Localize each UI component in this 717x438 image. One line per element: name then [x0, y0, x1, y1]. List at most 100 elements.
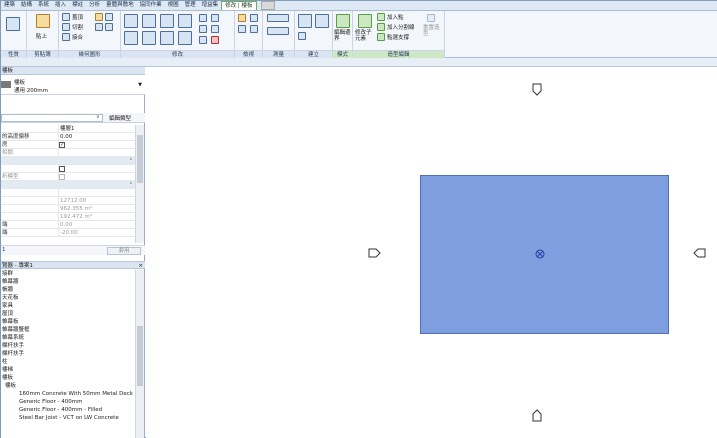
tree-node[interactable]: 接群: [1, 270, 135, 278]
property-row[interactable]: 192.472 m³: [1, 213, 135, 221]
modify-subelements-icon[interactable]: [358, 14, 372, 28]
tab-view[interactable]: 視圖: [165, 1, 182, 10]
property-value[interactable]: 樓層1: [58, 125, 135, 133]
scrollbar-thumb[interactable]: [137, 326, 143, 386]
property-row[interactable]: 的高度偏移 0.00: [1, 133, 135, 141]
add-split-line-icon[interactable]: [377, 23, 385, 31]
dimension-icon[interactable]: [267, 27, 289, 35]
tree-node[interactable]: 欄杆扶手: [1, 342, 135, 350]
drawing-canvas[interactable]: [146, 67, 717, 438]
add-split-line-label[interactable]: 加入分割線: [387, 23, 415, 31]
dropdown-arrow-icon[interactable]: ▼: [138, 82, 142, 88]
tree-node[interactable]: 家具: [1, 302, 135, 310]
tab-addins[interactable]: 增益集: [199, 1, 222, 10]
wall-joins-icon[interactable]: [95, 23, 103, 31]
property-row[interactable]: 相關: [1, 149, 135, 157]
edit-type-button[interactable]: 編輯類型: [109, 114, 131, 122]
align-icon[interactable]: [124, 14, 138, 28]
add-point-label[interactable]: 加入點: [387, 13, 404, 21]
room-bounding-checkbox[interactable]: ✓: [59, 142, 65, 148]
tree-node-expanded[interactable]: 樓板: [1, 382, 135, 390]
structural-checkbox[interactable]: [59, 166, 65, 172]
floor-slab[interactable]: [420, 175, 669, 334]
property-value[interactable]: [58, 189, 135, 197]
join-icon[interactable]: [62, 33, 70, 41]
property-row[interactable]: 12712.00: [1, 197, 135, 205]
split-face-icon[interactable]: [105, 13, 113, 21]
tree-leaf[interactable]: Generic Floor - 400mm: [1, 398, 135, 406]
tree-node[interactable]: 天花板: [1, 294, 135, 302]
edit-boundary-label[interactable]: 編輯邊界: [334, 30, 352, 42]
pick-supports-icon[interactable]: [377, 33, 385, 41]
tab-collaborate[interactable]: 協同作業: [137, 1, 165, 10]
apply-button[interactable]: 套用: [107, 247, 141, 255]
cut-label[interactable]: 切割: [72, 23, 83, 31]
property-value[interactable]: 0.00: [58, 133, 135, 141]
unpin-icon[interactable]: [199, 36, 207, 44]
tree-node[interactable]: 帷幕牆豎框: [1, 326, 135, 334]
tab-structure[interactable]: 結構: [18, 1, 35, 10]
tab-manage[interactable]: 管理: [182, 1, 199, 10]
tab-modify-floors[interactable]: 修改 | 樓板: [221, 1, 257, 10]
tree-leaf[interactable]: 160mm Concrete With 50mm Metal Deck: [1, 390, 135, 398]
cope-icon[interactable]: [62, 13, 70, 21]
pick-supports-label[interactable]: 點選支撐: [387, 33, 409, 41]
tab-analyze[interactable]: 分析: [86, 1, 103, 10]
edit-boundary-icon[interactable]: [336, 14, 350, 28]
tree-leaf[interactable]: Steel Bar Joist - VCT on LW Concrete: [1, 414, 135, 422]
cut-icon[interactable]: [62, 23, 70, 31]
tree-node[interactable]: 帷幕牆: [1, 278, 135, 286]
property-row[interactable]: 端 0.00: [1, 221, 135, 229]
tree-node[interactable]: 帷幕系統: [1, 334, 135, 342]
tree-node[interactable]: 欄杆扶手: [1, 350, 135, 358]
tab-minimize-toggle[interactable]: [260, 1, 275, 10]
scale-icon[interactable]: [211, 25, 219, 33]
offset-icon[interactable]: [142, 14, 156, 28]
create-similar-icon[interactable]: [298, 32, 306, 40]
tab-massing[interactable]: 量體與敷地: [103, 1, 137, 10]
paste-icon[interactable]: [36, 14, 50, 28]
property-row[interactable]: [1, 165, 135, 173]
mirror-axis-icon[interactable]: [160, 14, 174, 28]
chevron-down-icon[interactable]: ∨: [96, 114, 100, 120]
properties-icon[interactable]: [6, 17, 20, 31]
property-row[interactable]: 樓層1: [1, 125, 135, 133]
measure-icon[interactable]: [267, 14, 289, 22]
type-selector[interactable]: 樓板 通用 200mm ▼: [1, 75, 145, 95]
create-group-icon[interactable]: [315, 14, 329, 28]
property-section-header[interactable]: ⌃: [1, 157, 135, 165]
collapse-icon[interactable]: ⌃: [129, 181, 133, 189]
analytical-checkbox[interactable]: [59, 174, 65, 180]
property-row[interactable]: 962.355 m²: [1, 205, 135, 213]
select-box-icon[interactable]: [250, 25, 258, 33]
close-icon[interactable]: ×: [138, 262, 143, 270]
delete-icon[interactable]: [211, 36, 219, 44]
tree-node[interactable]: 帷幕板: [1, 318, 135, 326]
tab-annotate[interactable]: 標註: [69, 1, 86, 10]
elevation-marker-south-icon[interactable]: [530, 408, 544, 422]
hide-in-view-icon[interactable]: [250, 14, 258, 22]
cope-label[interactable]: 蓋頂: [72, 13, 83, 21]
trim-icon[interactable]: [178, 31, 192, 45]
elevation-marker-west-icon[interactable]: [368, 246, 382, 260]
split-icon[interactable]: [199, 14, 207, 22]
reset-shape-icon[interactable]: [427, 14, 435, 22]
properties-help-link[interactable]: 1: [2, 247, 6, 253]
tab-architecture[interactable]: 建築: [1, 1, 18, 10]
collapse-icon[interactable]: ⌃: [129, 157, 133, 165]
property-row[interactable]: 端 -20.00: [1, 229, 135, 237]
floor-center-icon[interactable]: [535, 249, 545, 259]
tree-node[interactable]: 屋頂: [1, 310, 135, 318]
tab-systems[interactable]: 系統: [35, 1, 52, 10]
tree-leaf[interactable]: Generic Floor - 400mm - Filled: [1, 406, 135, 414]
paste-label[interactable]: 貼上: [36, 32, 47, 40]
paint-icon[interactable]: [95, 13, 103, 21]
tree-node[interactable]: 樓板: [1, 374, 135, 382]
property-row[interactable]: 析模型: [1, 173, 135, 181]
property-row[interactable]: 房 ✓: [1, 141, 135, 149]
join-label[interactable]: 接合: [72, 33, 83, 41]
move-icon[interactable]: [124, 31, 138, 45]
tree-node[interactable]: 樓梯: [1, 366, 135, 374]
linework-icon[interactable]: [238, 25, 246, 33]
tree-node[interactable]: 帳牆: [1, 286, 135, 294]
